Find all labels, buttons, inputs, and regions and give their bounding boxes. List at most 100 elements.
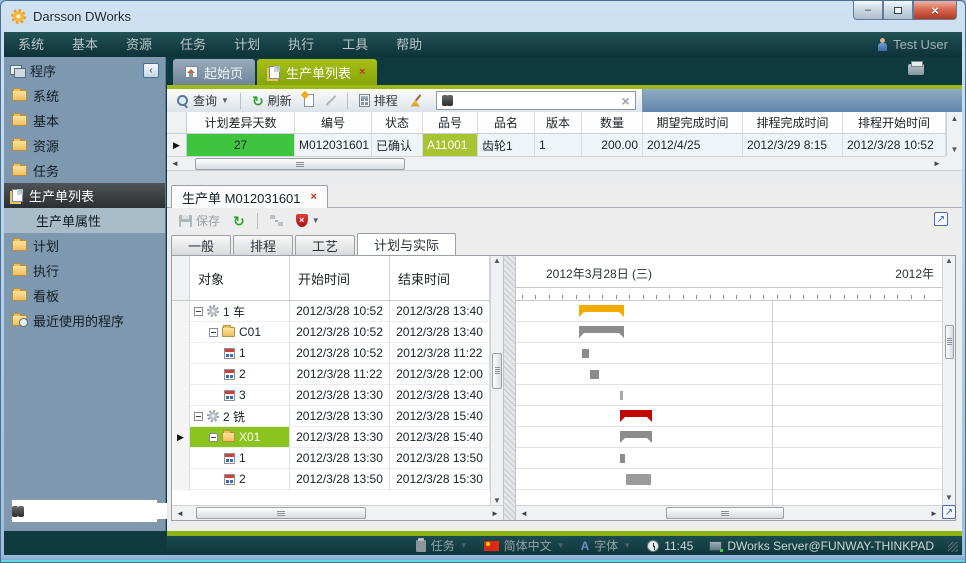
start-time-cell[interactable]: 2012/3/28 13:30 bbox=[290, 385, 390, 406]
tree-column-header-1[interactable]: 开始时间 bbox=[290, 256, 390, 300]
menu-item-2[interactable]: 资源 bbox=[112, 32, 166, 57]
menu-item-0[interactable]: 系统 bbox=[4, 32, 58, 57]
sidebar-item-5[interactable]: 生产单属性 bbox=[4, 208, 165, 233]
gantt-bar-task[interactable] bbox=[620, 454, 625, 463]
start-time-cell[interactable]: 2012/3/28 11:22 bbox=[290, 364, 390, 385]
hierarchy-button[interactable] bbox=[266, 213, 287, 228]
sidebar-search-input[interactable] bbox=[24, 503, 183, 519]
sidebar-search-box[interactable]: × bbox=[11, 499, 158, 523]
scrollbar-thumb[interactable] bbox=[195, 158, 405, 170]
scroll-down-icon[interactable]: ▼ bbox=[945, 493, 953, 502]
scrollbar-track[interactable] bbox=[183, 158, 929, 170]
gantt-bar-summary[interactable] bbox=[579, 305, 624, 317]
order-document-tab[interactable]: 生产单 M012031601 × bbox=[171, 185, 328, 208]
scroll-left-icon[interactable]: ◄ bbox=[172, 509, 188, 518]
tree-column-header-2[interactable]: 结束时间 bbox=[390, 256, 490, 300]
column-header-9[interactable]: 排程开始时间 bbox=[843, 112, 946, 133]
tree-object-cell[interactable]: 3 bbox=[190, 385, 290, 406]
tree-object-cell[interactable]: 2 bbox=[190, 469, 290, 490]
sidebar-item-1[interactable]: 基本 bbox=[4, 108, 165, 133]
plan-grid-horizontal-scrollbar[interactable]: ◄ ► bbox=[172, 505, 503, 520]
sidebar-item-7[interactable]: 执行 bbox=[4, 258, 165, 283]
gantt-bar-solid[interactable] bbox=[626, 474, 651, 485]
tree-row-7[interactable]: 12012/3/28 13:302012/3/28 13:50 bbox=[172, 448, 490, 469]
column-header-0[interactable]: 计划差异天数 bbox=[187, 112, 295, 133]
sidebar-item-0[interactable]: 系统 bbox=[4, 83, 165, 108]
scrollbar-thumb[interactable] bbox=[492, 353, 502, 389]
scroll-up-icon[interactable]: ▲ bbox=[493, 256, 501, 265]
subtab-0[interactable]: 一般 bbox=[171, 235, 231, 255]
scrollbar-thumb[interactable] bbox=[666, 507, 784, 519]
scroll-up-icon[interactable]: ▲ bbox=[951, 114, 959, 123]
scroll-down-icon[interactable]: ▼ bbox=[951, 145, 959, 154]
splitter-handle[interactable] bbox=[504, 256, 516, 520]
subtab-2[interactable]: 工艺 bbox=[295, 235, 355, 255]
sidebar-item-9[interactable]: 最近使用的程序 bbox=[4, 308, 165, 333]
scroll-right-icon[interactable]: ► bbox=[929, 159, 945, 168]
expander-minus-icon[interactable] bbox=[194, 412, 203, 421]
tree-object-cell[interactable]: C01 bbox=[190, 322, 290, 343]
tree-object-cell[interactable]: X01 bbox=[190, 427, 290, 448]
save-button[interactable]: 保存 bbox=[175, 210, 224, 231]
tree-object-cell[interactable]: 2 铣 bbox=[190, 406, 290, 427]
start-time-cell[interactable]: 2012/3/28 13:30 bbox=[290, 406, 390, 427]
gantt-bar-summary[interactable] bbox=[620, 431, 652, 443]
cell-状态[interactable]: 已确认 bbox=[372, 134, 423, 156]
scroll-left-icon[interactable]: ◄ bbox=[167, 159, 183, 168]
schedule-button[interactable]: 排程 bbox=[355, 90, 402, 111]
status-item-0[interactable]: 任务▼ bbox=[416, 537, 468, 554]
tree-row-6[interactable]: ▶X012012/3/28 13:302012/3/28 15:40 bbox=[172, 427, 490, 448]
menu-item-3[interactable]: 任务 bbox=[166, 32, 220, 57]
column-header-4[interactable]: 品名 bbox=[478, 112, 535, 133]
cell-品号[interactable]: A11001 bbox=[423, 134, 478, 156]
cell-编号[interactable]: M012031601 bbox=[295, 134, 372, 156]
end-time-cell[interactable]: 2012/3/28 13:40 bbox=[390, 385, 490, 406]
cell-排程完成时间[interactable]: 2012/3/29 8:15 bbox=[743, 134, 843, 156]
column-header-6[interactable]: 数量 bbox=[582, 112, 643, 133]
query-button[interactable]: 查询 ▼ bbox=[173, 90, 233, 111]
gantt-bar-summary[interactable] bbox=[579, 326, 624, 338]
column-header-8[interactable]: 排程完成时间 bbox=[743, 112, 843, 133]
end-time-cell[interactable]: 2012/3/28 13:50 bbox=[390, 448, 490, 469]
gantt-bar-task[interactable] bbox=[620, 391, 623, 400]
menu-item-7[interactable]: 帮助 bbox=[382, 32, 436, 57]
scroll-down-icon[interactable]: ▼ bbox=[493, 496, 501, 505]
cell-版本[interactable]: 1 bbox=[535, 134, 582, 156]
sidebar-item-4[interactable]: 生产单列表 bbox=[4, 183, 165, 208]
start-time-cell[interactable]: 2012/3/28 13:30 bbox=[290, 427, 390, 448]
tree-row-5[interactable]: 2 铣2012/3/28 13:302012/3/28 15:40 bbox=[172, 406, 490, 427]
menu-item-1[interactable]: 基本 bbox=[58, 32, 112, 57]
chevron-down-icon[interactable]: ▼ bbox=[557, 541, 565, 550]
expander-minus-icon[interactable] bbox=[209, 328, 218, 337]
close-icon[interactable]: × bbox=[359, 66, 365, 78]
scroll-up-icon[interactable]: ▲ bbox=[945, 256, 953, 265]
end-time-cell[interactable]: 2012/3/28 13:40 bbox=[390, 322, 490, 343]
menu-item-4[interactable]: 计划 bbox=[220, 32, 274, 57]
expander-minus-icon[interactable] bbox=[194, 307, 203, 316]
status-item-2[interactable]: A字体▼ bbox=[581, 537, 632, 554]
toolbar-search-clear-icon[interactable]: × bbox=[622, 93, 630, 109]
status-item-4[interactable]: DWorks Server@FUNWAY-THINKPAD bbox=[709, 539, 934, 553]
expander-minus-icon[interactable] bbox=[209, 433, 218, 442]
cell-排程开始时间[interactable]: 2012/3/28 10:52 bbox=[843, 134, 946, 156]
tab-0[interactable]: 起始页 bbox=[173, 59, 255, 85]
start-time-cell[interactable]: 2012/3/28 10:52 bbox=[290, 301, 390, 322]
plan-grid-vertical-scrollbar[interactable]: ▲▼ bbox=[490, 256, 503, 505]
close-icon[interactable]: × bbox=[311, 191, 317, 203]
chevron-down-icon[interactable]: ▼ bbox=[623, 541, 631, 550]
tree-object-cell[interactable]: 1 bbox=[190, 448, 290, 469]
validate-button[interactable]: × ▼ bbox=[292, 212, 324, 229]
menu-item-5[interactable]: 执行 bbox=[274, 32, 328, 57]
chevron-down-icon[interactable]: ▼ bbox=[312, 216, 320, 225]
scroll-left-icon[interactable]: ◄ bbox=[516, 509, 532, 518]
scroll-right-icon[interactable]: ► bbox=[926, 509, 942, 518]
subtab-3[interactable]: 计划与实际 bbox=[357, 233, 456, 255]
tree-row-3[interactable]: 22012/3/28 11:222012/3/28 12:00 bbox=[172, 364, 490, 385]
scrollbar-track[interactable] bbox=[188, 507, 487, 519]
open-external-icon[interactable]: ↗ bbox=[934, 212, 948, 226]
end-time-cell[interactable]: 2012/3/28 15:40 bbox=[390, 406, 490, 427]
minimize-button[interactable]: – bbox=[853, 1, 883, 20]
end-time-cell[interactable]: 2012/3/28 13:40 bbox=[390, 301, 490, 322]
detail-refresh-button[interactable]: ↻ bbox=[229, 213, 249, 229]
tree-row-2[interactable]: 12012/3/28 10:522012/3/28 11:22 bbox=[172, 343, 490, 364]
